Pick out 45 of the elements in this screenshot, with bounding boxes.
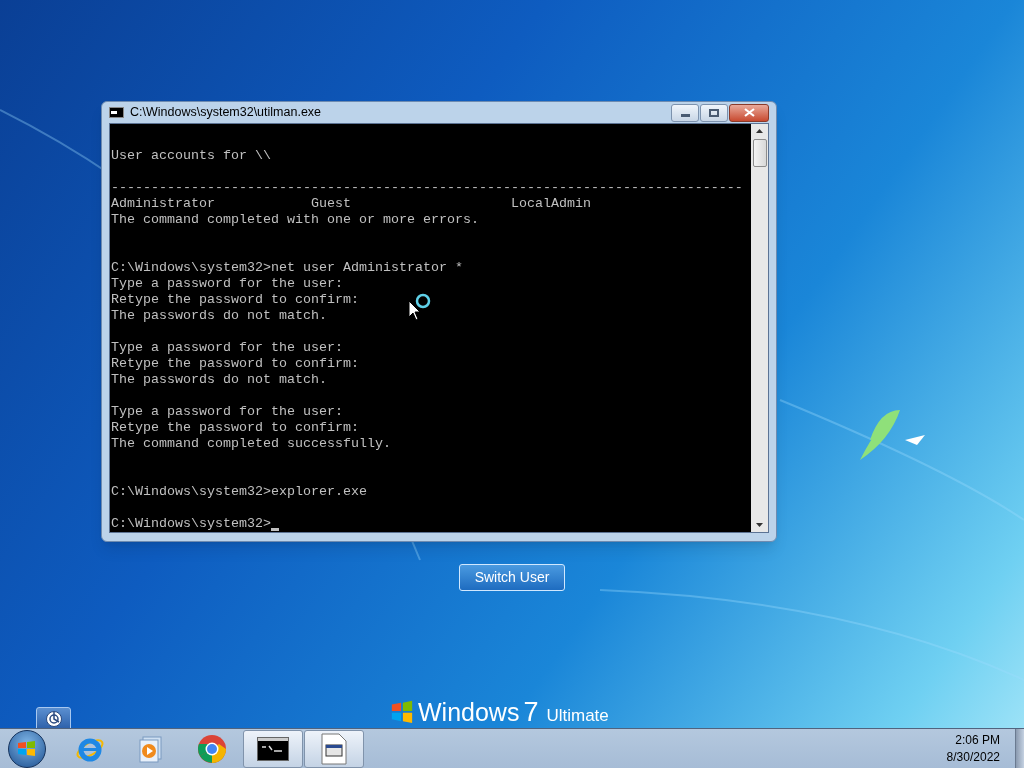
console-line: The command completed with one or more errors. bbox=[111, 212, 479, 228]
windows-flag-icon bbox=[17, 738, 37, 759]
console-line: C:\Windows\system32>explorer.exe bbox=[111, 484, 367, 500]
windows-logo-text: Windows bbox=[418, 699, 520, 726]
edition-text: Ultimate bbox=[546, 707, 609, 725]
taskbar-button[interactable] bbox=[243, 729, 303, 768]
console-line: Retype the password to confirm: bbox=[111, 420, 359, 436]
ease-of-access-button[interactable] bbox=[36, 707, 71, 731]
console-line: The command completed successfully. bbox=[111, 436, 391, 452]
console-icon bbox=[109, 107, 124, 118]
text-cursor bbox=[270, 528, 279, 531]
close-button[interactable] bbox=[729, 103, 769, 122]
version-text: 7 bbox=[523, 699, 539, 726]
minimize-button[interactable] bbox=[671, 103, 699, 122]
ease-of-access-icon bbox=[44, 710, 63, 728]
close-icon bbox=[743, 108, 755, 117]
document-window-icon bbox=[321, 732, 347, 765]
start-button[interactable] bbox=[8, 729, 46, 768]
scroll-up-arrow-icon[interactable] bbox=[756, 129, 763, 133]
console-line: Type a password for the user: bbox=[111, 276, 343, 292]
scroll-thumb[interactable] bbox=[752, 139, 767, 167]
console-line: Retype the password to confirm: bbox=[111, 356, 359, 372]
console-line: Retype the password to confirm: bbox=[111, 292, 359, 308]
command-prompt: C:\Windows\system32> bbox=[111, 516, 271, 532]
console-line: Type a password for the user: bbox=[111, 340, 343, 356]
console-icon bbox=[257, 736, 289, 761]
clock-date: 8/30/2022 bbox=[946, 748, 1000, 766]
console-line: User accounts for \\ bbox=[111, 148, 271, 164]
switch-user-button[interactable]: Switch User bbox=[459, 564, 565, 591]
taskbar-button[interactable] bbox=[304, 729, 364, 768]
clock-time: 2:06 PM bbox=[955, 731, 1000, 749]
show-desktop-button[interactable] bbox=[1015, 729, 1024, 768]
window-title: C:\Windows\system32\utilman.exe bbox=[130, 104, 322, 122]
chrome-ball-icon bbox=[197, 733, 227, 764]
console-line: ------------------------------------------------------------------------------- bbox=[111, 180, 743, 196]
console-line: Administrator Guest LocalAdmin bbox=[111, 196, 591, 212]
console-line: The passwords do not match. bbox=[111, 372, 327, 388]
console-line: The passwords do not match. bbox=[111, 308, 327, 324]
scroll-down-arrow-icon[interactable] bbox=[756, 523, 763, 527]
console-line: Type a password for the user: bbox=[111, 404, 343, 420]
media-player-icon bbox=[138, 734, 164, 763]
maximize-button[interactable] bbox=[700, 103, 728, 122]
busy-pointer-icon bbox=[408, 292, 432, 322]
windows-flag-icon bbox=[390, 699, 414, 723]
console-line: C:\Windows\system32>net user Administrator * bbox=[111, 260, 463, 276]
